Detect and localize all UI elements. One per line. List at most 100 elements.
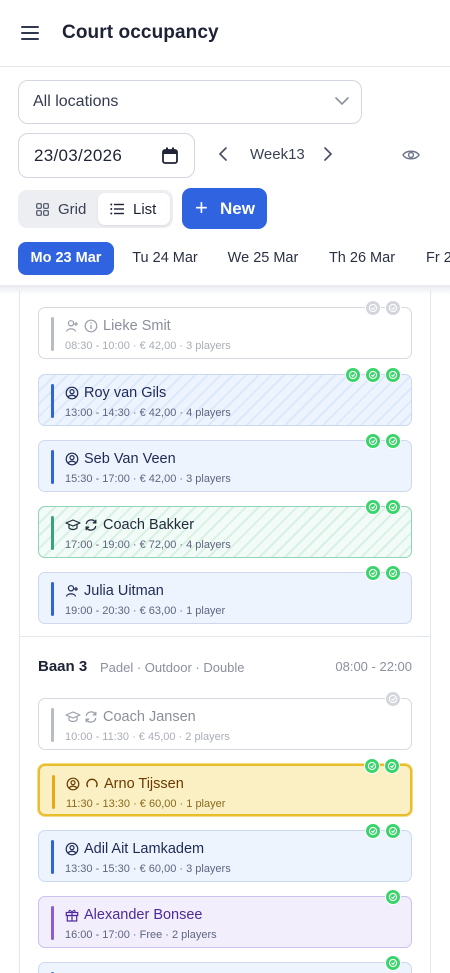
booking-badges (364, 758, 400, 774)
status-badge-icon (385, 433, 401, 449)
booking-player-name: Alexander Bonsee (84, 907, 203, 923)
graduation-cap-icon (65, 710, 81, 724)
booking-title-row: Seb Van Veen (65, 450, 176, 468)
status-badge-icon (385, 691, 401, 707)
next-week-button[interactable] (323, 146, 333, 162)
booking-status-bar (51, 450, 54, 484)
booking-meta: 15:30 - 17:00 · € 42,00 · 3 players (65, 473, 231, 485)
list-icon (110, 203, 124, 215)
refresh-icon (84, 518, 98, 532)
booking-card[interactable]: Coach Jansen 10:00 - 11:30 · € 45,00 · 2 … (38, 691, 412, 750)
chevron-down-icon (335, 97, 349, 106)
booking-player-name: Lieke Smit (103, 318, 171, 334)
divider (19, 636, 431, 637)
booking-badges (365, 499, 401, 515)
booking-player-name: Coach Bakker (103, 517, 195, 533)
location-select[interactable]: All locations (18, 80, 362, 124)
booking-title-row: Arno Tijssen (66, 775, 184, 793)
booking-status-bar (51, 906, 54, 940)
status-badge-icon (385, 300, 401, 316)
previous-week-button[interactable] (218, 146, 228, 162)
user-plus-icon (65, 584, 79, 598)
booking-player-name: Julia Uitman (84, 583, 164, 599)
page-title: Court occupancy (62, 22, 219, 43)
booking-status-bar (51, 840, 54, 874)
top-bar: Court occupancy (0, 0, 450, 67)
day-tab-label: We 25 Mar (227, 250, 299, 266)
booking-title-row: Alexander Bonsee (65, 906, 203, 924)
status-badge-icon (365, 823, 381, 839)
booking-badges (365, 300, 401, 316)
booking-badges (385, 691, 401, 707)
grid-view-label: Grid (58, 201, 87, 218)
day-tab[interactable]: Th 26 Mar (317, 242, 407, 275)
week-label: Week13 (250, 146, 305, 163)
status-badge-icon (385, 955, 401, 971)
booking-player-name: Coach Jansen (103, 709, 196, 725)
booking-badges (365, 823, 401, 839)
gift-icon (65, 908, 79, 922)
booking-card[interactable]: Julia Uitman 19:00 - 20:30 · € 63,00 · 1 … (38, 565, 412, 624)
booking-meta: 11:30 - 13:30 · € 60,00 · 1 player (66, 798, 226, 810)
booking-player-name: Seb Van Veen (84, 451, 176, 467)
court-name: Baan 3 (38, 658, 88, 675)
day-tab-label: Mo 23 Mar (30, 250, 102, 266)
booking-badges (385, 889, 401, 905)
booking-card[interactable]: Lieke Smit 08:30 - 10:00 · € 42,00 · 3 pl… (38, 300, 412, 359)
booking-card[interactable]: Arno Tijssen 11:30 - 13:30 · € 60,00 · 1 … (38, 758, 412, 816)
booking-title-row: Coach Bakker (65, 516, 194, 534)
menu-icon[interactable] (21, 26, 39, 40)
new-booking-button[interactable]: + New (182, 188, 267, 229)
user-circle-icon (65, 842, 79, 856)
plus-icon: + (195, 195, 208, 220)
location-select-value: All locations (33, 93, 119, 110)
user-circle-icon (66, 777, 80, 791)
booking-card[interactable]: Coach Bakker 17:00 - 19:00 · € 72,00 · 4 … (38, 499, 412, 558)
day-tab-label: Fr 27 Mar (426, 250, 450, 266)
booking-card[interactable]: Alexander Bonsee 16:00 - 17:00 · Free · 2… (38, 889, 412, 948)
booking-badges (385, 955, 401, 971)
day-tab[interactable]: We 25 Mar (218, 242, 308, 275)
status-badge-icon (345, 367, 361, 383)
calendar-icon[interactable] (162, 147, 178, 164)
booking-card[interactable]: Roy van Gils 13:00 - 14:30 · € 42,00 · 4 … (38, 367, 412, 426)
date-input[interactable]: 23/03/2026 (18, 133, 195, 178)
booking-meta: 16:00 - 17:00 · Free · 2 players (65, 929, 217, 941)
day-tab-label: Th 26 Mar (328, 250, 396, 266)
booking-player-name: Arno Tijssen (104, 776, 184, 792)
status-badge-icon (385, 499, 401, 515)
court-hours: 08:00 - 22:00 (335, 659, 412, 674)
status-badge-icon (385, 565, 401, 581)
day-tab[interactable]: Fr 27 Mar (414, 242, 450, 275)
booking-meta: 13:30 - 15:30 · € 60,00 · 3 players (65, 863, 231, 875)
status-badge-icon (365, 300, 381, 316)
list-view-button[interactable]: List (98, 193, 170, 225)
day-tab[interactable]: Tu 24 Mar (120, 242, 210, 275)
grid-view-button[interactable]: Grid (22, 193, 100, 225)
refresh-icon (84, 710, 98, 724)
booking-card[interactable]: Seb Van Veen 15:30 - 17:00 · € 42,00 · 3 … (38, 433, 412, 492)
booking-status-bar (51, 384, 54, 418)
grid-icon (36, 203, 49, 216)
booking-card[interactable]: Adil Ait Lamkadem 13:30 - 15:30 · € 60,00… (38, 823, 412, 882)
booking-card[interactable] (38, 955, 412, 973)
info-circle-icon (84, 319, 98, 333)
booking-title-row: Julia Uitman (65, 582, 164, 600)
booking-title-row: Adil Ait Lamkadem (65, 840, 204, 858)
status-badge-icon (365, 565, 381, 581)
booking-meta: 19:00 - 20:30 · € 63,00 · 1 player (65, 605, 226, 617)
view-toggle: Grid List (18, 190, 173, 228)
booking-badges (365, 565, 401, 581)
booking-meta: 08:30 - 10:00 · € 42,00 · 3 players (65, 340, 231, 352)
status-badge-icon (385, 823, 401, 839)
booking-status-bar (51, 317, 54, 351)
day-tab[interactable]: Mo 23 Mar (18, 242, 114, 275)
status-badge-icon (365, 499, 381, 515)
booking-meta: 10:00 - 11:30 · € 45,00 · 2 players (65, 731, 230, 743)
eye-icon[interactable] (402, 148, 420, 162)
booking-player-name: Adil Ait Lamkadem (84, 841, 205, 857)
day-tab-label: Tu 24 Mar (132, 250, 198, 266)
court-header: Baan 3 Padel · Outdoor · Double 08:00 - … (38, 656, 412, 678)
booking-status-bar (51, 708, 54, 742)
user-circle-icon (65, 452, 79, 466)
